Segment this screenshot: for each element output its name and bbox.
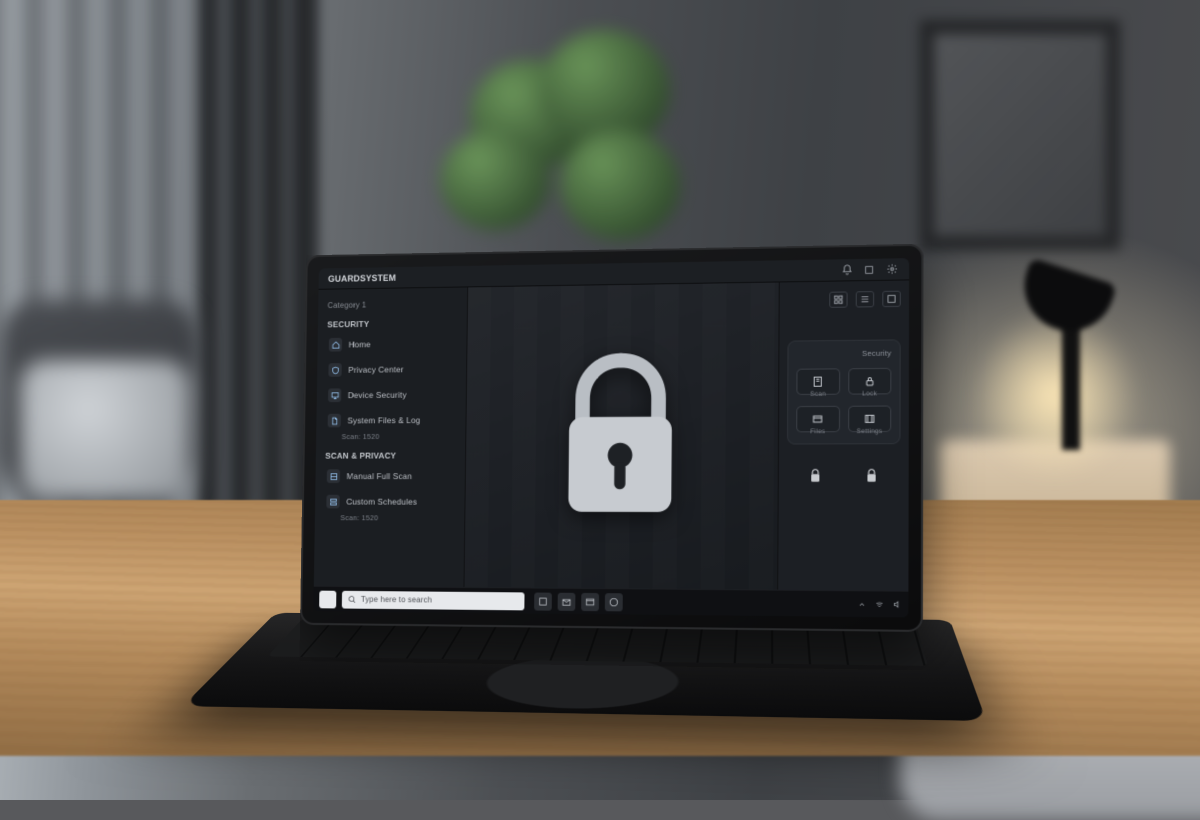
lock-icon bbox=[551, 351, 691, 522]
settings-gear-icon[interactable] bbox=[884, 262, 898, 276]
chip-label: Files bbox=[796, 428, 839, 435]
app-window: GUARDSYSTEM bbox=[313, 258, 909, 617]
search-placeholder: Type here to search bbox=[361, 595, 432, 605]
file-icon bbox=[328, 414, 341, 428]
tray-sound-icon[interactable] bbox=[893, 600, 902, 609]
notification-icon[interactable] bbox=[840, 263, 854, 277]
screen: GUARDSYSTEM bbox=[313, 258, 909, 617]
system-tray[interactable] bbox=[858, 599, 902, 609]
sidebar-item-label: Home bbox=[349, 339, 371, 349]
taskbar-search[interactable]: Type here to search bbox=[342, 590, 525, 610]
wall-frame bbox=[920, 20, 1120, 250]
taskbar: Type here to search bbox=[313, 586, 908, 618]
right-panel: Security Scan bbox=[777, 280, 909, 590]
monitor-icon bbox=[328, 388, 341, 402]
card-title: Security bbox=[797, 349, 892, 359]
laptop-base bbox=[183, 613, 987, 721]
window-maximize-icon[interactable] bbox=[862, 262, 876, 276]
sidebar-item-label: Custom Schedules bbox=[346, 497, 417, 507]
scan-icon bbox=[327, 469, 340, 483]
sidebar-section-scan: SCAN & PRIVACY bbox=[325, 450, 455, 460]
sidebar-item-subtext: Scan: 1520 bbox=[342, 432, 460, 441]
chip-lock[interactable] bbox=[848, 368, 892, 395]
sidebar-category-label: Category 1 bbox=[328, 299, 458, 310]
taskbar-app-icon[interactable] bbox=[581, 592, 599, 610]
sidebar-item-system[interactable]: System Files & Log bbox=[322, 408, 460, 432]
sidebar-item-subtext: Scan: 1520 bbox=[340, 513, 458, 522]
app-title: GUARDSYSTEM bbox=[328, 272, 396, 283]
chip-label: Lock bbox=[848, 390, 892, 397]
grid-view-icon[interactable] bbox=[829, 291, 847, 307]
lock-small-icon[interactable] bbox=[804, 465, 826, 487]
sidebar-item-schedules[interactable]: Custom Schedules bbox=[321, 490, 459, 514]
expand-icon[interactable] bbox=[882, 291, 901, 307]
sidebar-item-label: Manual Full Scan bbox=[347, 471, 413, 481]
right-toolbar bbox=[788, 291, 901, 309]
chip-label: Settings bbox=[848, 428, 892, 435]
sidebar-item-label: Device Security bbox=[348, 390, 407, 400]
lamp-glow bbox=[970, 310, 1140, 480]
main-panel bbox=[464, 282, 778, 589]
security-card: Security Scan bbox=[787, 339, 901, 444]
home-icon bbox=[329, 338, 342, 352]
start-button[interactable] bbox=[319, 590, 336, 608]
laptop: GUARDSYSTEM bbox=[299, 244, 924, 725]
taskbar-app-icon[interactable] bbox=[605, 593, 623, 611]
lock-small-icon[interactable] bbox=[861, 465, 884, 487]
sidebar-item-label: System Files & Log bbox=[347, 415, 420, 425]
sidebar-item-label: Privacy Center bbox=[348, 364, 404, 374]
chip-files[interactable] bbox=[796, 406, 839, 433]
chip-label: Scan bbox=[796, 391, 839, 398]
server-icon bbox=[326, 495, 339, 509]
sidebar-item-home[interactable]: Home bbox=[323, 332, 461, 357]
tray-wifi-icon[interactable] bbox=[874, 600, 884, 608]
sidebar-item-device[interactable]: Device Security bbox=[322, 383, 460, 407]
search-icon bbox=[348, 595, 357, 604]
taskbar-app-icon[interactable] bbox=[558, 592, 576, 610]
mini-lock-row bbox=[787, 465, 901, 487]
taskbar-app-icon[interactable] bbox=[534, 592, 552, 610]
laptop-lid: GUARDSYSTEM bbox=[300, 244, 924, 632]
sidebar: Category 1 SECURITY Home bbox=[314, 287, 468, 587]
sidebar-item-manual-scan[interactable]: Manual Full Scan bbox=[321, 464, 459, 488]
sidebar-item-privacy[interactable]: Privacy Center bbox=[323, 357, 461, 382]
tray-chevron-icon[interactable] bbox=[858, 600, 866, 608]
plant bbox=[430, 20, 690, 250]
sidebar-section-security: SECURITY bbox=[327, 318, 457, 329]
list-view-icon[interactable] bbox=[856, 291, 874, 307]
shield-icon bbox=[328, 363, 341, 377]
chip-scan[interactable] bbox=[796, 368, 839, 395]
chip-settings[interactable] bbox=[848, 406, 892, 433]
keyboard bbox=[267, 619, 928, 666]
